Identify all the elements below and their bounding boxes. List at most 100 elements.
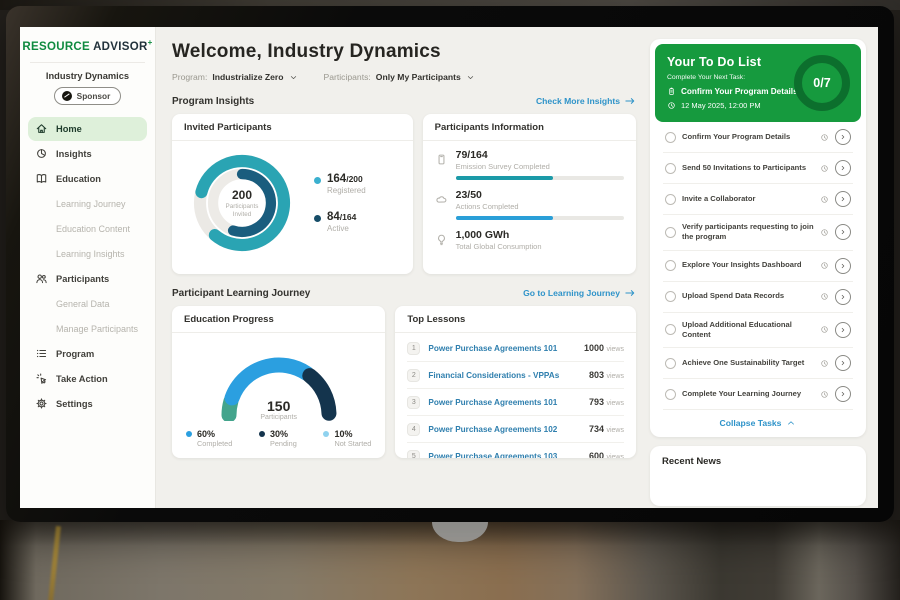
chevron-right-icon bbox=[839, 326, 847, 334]
legend-label: Completed bbox=[197, 439, 232, 448]
chevron-right-icon bbox=[839, 228, 847, 236]
brand-logo: RESOURCE ADVISOR+ bbox=[20, 38, 155, 53]
lesson-link[interactable]: Power Purchase Agreements 103 bbox=[428, 452, 581, 459]
sidebar-item-learning-insights[interactable]: Learning Insights bbox=[28, 242, 147, 266]
legend-dot-icon bbox=[259, 431, 265, 437]
donut-center-caption: Participants Invited bbox=[219, 203, 265, 219]
legend-label: Active bbox=[327, 224, 356, 233]
invited-participants-card-title: Invited Participants bbox=[172, 114, 413, 141]
task-checkbox[interactable] bbox=[665, 132, 676, 143]
sidebar-item-label: Education Content bbox=[56, 224, 130, 234]
sidebar-item-label: Learning Journey bbox=[56, 199, 126, 209]
lesson-views: 803 views bbox=[589, 370, 624, 380]
participants-information-card: Participants Information 79/164Emission … bbox=[423, 114, 636, 274]
education-icon bbox=[35, 172, 48, 185]
donut-center-label: 200 Participants Invited bbox=[186, 147, 298, 259]
brand-part1: RESOURCE bbox=[22, 41, 90, 53]
legend-value: 60% bbox=[197, 429, 232, 439]
task-open-button[interactable] bbox=[835, 289, 851, 305]
lesson-row: 3Power Purchase Agreements 101793 views bbox=[407, 389, 624, 416]
sidebar-item-settings[interactable]: Settings bbox=[28, 392, 147, 416]
sidebar-item-manage-participants[interactable]: Manage Participants bbox=[28, 317, 147, 341]
progress-bar-fill bbox=[456, 176, 554, 180]
chevron-right-icon bbox=[839, 164, 847, 172]
collapse-tasks-label: Collapse Tasks bbox=[720, 418, 782, 428]
monitor-bezel: RESOURCE ADVISOR+ Industry Dynamics Spon… bbox=[6, 6, 894, 522]
filter-participants-dropdown[interactable]: Participants:Only My Participants bbox=[324, 72, 475, 82]
check-more-insights-link[interactable]: Check More Insights bbox=[536, 95, 636, 107]
task-open-button[interactable] bbox=[835, 258, 851, 274]
task-label: Achieve One Sustainability Target bbox=[682, 358, 814, 368]
filter-program-dropdown[interactable]: Program:Industrialize Zero bbox=[172, 72, 298, 82]
insights-icon bbox=[35, 147, 48, 160]
task-open-button[interactable] bbox=[835, 224, 851, 240]
task-open-button[interactable] bbox=[835, 191, 851, 207]
invited-participants-body: 200 Participants Invited 164/200Register… bbox=[172, 141, 413, 259]
gauge-legend-item: 60%Completed bbox=[186, 429, 232, 448]
sidebar-item-label: Program bbox=[56, 349, 94, 359]
chevron-down-icon bbox=[466, 73, 475, 82]
todo-task-row: Confirm Your Program Details bbox=[663, 122, 853, 153]
app-window: RESOURCE ADVISOR+ Industry Dynamics Spon… bbox=[20, 27, 878, 508]
clock-icon bbox=[820, 228, 829, 237]
sidebar-item-take-action[interactable]: Take Action bbox=[28, 367, 147, 391]
sidebar-item-program[interactable]: Program bbox=[28, 342, 147, 366]
progress-bar bbox=[456, 216, 624, 220]
task-checkbox[interactable] bbox=[665, 163, 676, 174]
task-checkbox[interactable] bbox=[665, 291, 676, 302]
sidebar-item-general-data[interactable]: General Data bbox=[28, 292, 147, 316]
sponsor-badge-label: Sponsor bbox=[77, 91, 111, 101]
stat-value: 1,000 GWh bbox=[456, 229, 624, 241]
sidebar-item-participants[interactable]: Participants bbox=[28, 267, 147, 291]
sidebar-item-insights[interactable]: Insights bbox=[28, 142, 147, 166]
lesson-views: 1000 views bbox=[584, 343, 624, 353]
recent-news-card: Recent News bbox=[650, 446, 866, 506]
task-checkbox[interactable] bbox=[665, 260, 676, 271]
education-progress-card-title: Education Progress bbox=[172, 306, 385, 333]
education-progress-body: 150 Participants 60%Completed30%Pending1… bbox=[172, 333, 385, 448]
sidebar-item-education[interactable]: Education bbox=[28, 167, 147, 191]
task-open-button[interactable] bbox=[835, 386, 851, 402]
task-checkbox[interactable] bbox=[665, 227, 676, 238]
sidebar-item-label: Learning Insights bbox=[56, 249, 125, 259]
todo-task-row: Upload Spend Data Records bbox=[663, 282, 853, 313]
program-icon bbox=[35, 347, 48, 360]
program-insights-section-header: Program Insights Check More Insights bbox=[172, 95, 636, 107]
lesson-link[interactable]: Power Purchase Agreements 101 bbox=[428, 398, 581, 407]
clock-icon bbox=[820, 359, 829, 368]
home-icon bbox=[35, 122, 48, 135]
legend-dot-icon bbox=[186, 431, 192, 437]
insights-cards-row: Invited Participants 200 Participants In… bbox=[172, 114, 636, 274]
legend-label: Not Started bbox=[334, 439, 371, 448]
task-open-button[interactable] bbox=[835, 160, 851, 176]
lesson-link[interactable]: Power Purchase Agreements 101 bbox=[428, 344, 576, 353]
participants-stats: 79/164Emission Survey Completed23/50Acti… bbox=[423, 141, 636, 251]
legend-value: 30% bbox=[270, 429, 297, 439]
sidebar-item-education-content[interactable]: Education Content bbox=[28, 217, 147, 241]
lesson-link[interactable]: Financial Considerations - VPPAs bbox=[428, 371, 581, 380]
lesson-link[interactable]: Power Purchase Agreements 102 bbox=[428, 425, 581, 434]
arrow-right-icon bbox=[624, 287, 636, 299]
task-checkbox[interactable] bbox=[665, 389, 676, 400]
task-open-button[interactable] bbox=[835, 355, 851, 371]
sidebar-item-learning-journey[interactable]: Learning Journey bbox=[28, 192, 147, 216]
todo-progress-badge: 0/7 bbox=[794, 55, 850, 111]
top-lessons-card-title: Top Lessons bbox=[395, 306, 636, 333]
lesson-views: 793 views bbox=[589, 397, 624, 407]
task-open-button[interactable] bbox=[835, 129, 851, 145]
task-checkbox[interactable] bbox=[665, 358, 676, 369]
todo-next-due-label: 12 May 2025, 12:00 PM bbox=[681, 101, 761, 110]
sponsor-badge[interactable]: Sponsor bbox=[54, 87, 122, 105]
chevron-right-icon bbox=[839, 359, 847, 367]
stat-row: 1,000 GWhTotal Global Consumption bbox=[435, 229, 624, 251]
task-checkbox[interactable] bbox=[665, 194, 676, 205]
todo-card: Your To Do List Complete Your Next Task:… bbox=[650, 39, 866, 437]
go-to-learning-journey-link[interactable]: Go to Learning Journey bbox=[523, 287, 636, 299]
sidebar-item-home[interactable]: Home bbox=[28, 117, 147, 141]
collapse-tasks-link[interactable]: Collapse Tasks bbox=[655, 410, 861, 437]
task-checkbox[interactable] bbox=[665, 324, 676, 335]
task-open-button[interactable] bbox=[835, 322, 851, 338]
filters-row: Program:Industrialize Zero Participants:O… bbox=[172, 72, 636, 82]
task-label: Confirm Your Program Details bbox=[682, 132, 814, 142]
lesson-row: 1Power Purchase Agreements 1011000 views bbox=[407, 335, 624, 362]
